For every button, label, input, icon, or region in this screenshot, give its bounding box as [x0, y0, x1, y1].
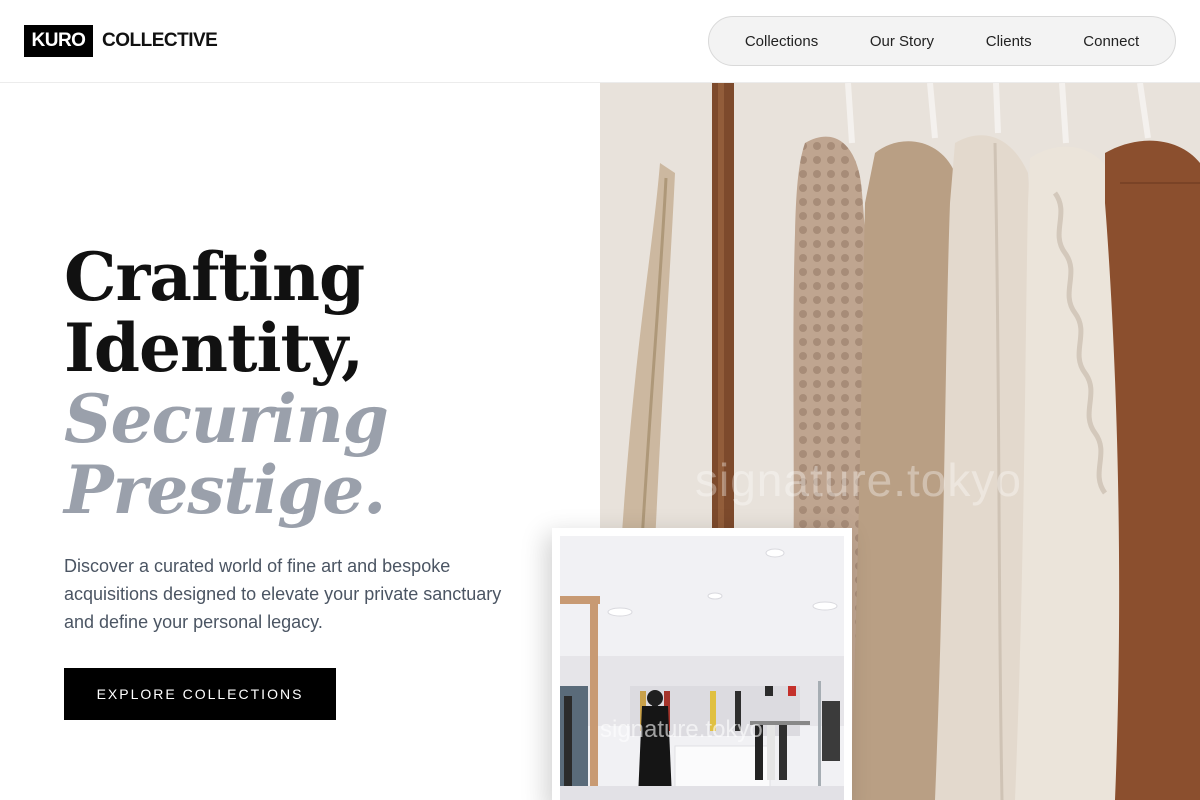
- hero-title: Crafting Identity, Securing Prestige.: [64, 238, 389, 529]
- main-nav: Collections Our Story Clients Connect: [708, 16, 1176, 66]
- inset-image-watermark: signature.tokyo: [600, 716, 763, 743]
- nav-collections[interactable]: Collections: [735, 27, 828, 56]
- store-interior-illustration: [560, 536, 844, 800]
- store-interior-photo-card: signature.tokyo: [552, 528, 852, 800]
- hero-title-line-3: Securing: [64, 380, 389, 458]
- store-interior-image: signature.tokyo: [560, 536, 844, 800]
- nav-our-story[interactable]: Our Story: [860, 27, 944, 56]
- hero-title-line-1: Crafting: [64, 238, 365, 316]
- nav-clients[interactable]: Clients: [976, 27, 1042, 56]
- shopper-figure: [638, 690, 672, 798]
- logo-wordmark: COLLECTIVE: [102, 30, 218, 51]
- site-header: KURO COLLECTIVE Collections Our Story Cl…: [0, 0, 1200, 83]
- logo-mark: KURO: [24, 25, 93, 57]
- hero-subtitle: Discover a curated world of fine art and…: [64, 556, 502, 632]
- image-watermark: signature.tokyo: [695, 454, 1022, 506]
- explore-collections-button[interactable]: EXPLORE COLLECTIONS: [64, 668, 336, 720]
- nav-connect[interactable]: Connect: [1073, 27, 1149, 56]
- hero-title-line-4: Prestige.: [64, 451, 386, 529]
- hero-title-line-2: Identity,: [64, 309, 364, 387]
- brand-logo[interactable]: KURO COLLECTIVE: [24, 25, 218, 57]
